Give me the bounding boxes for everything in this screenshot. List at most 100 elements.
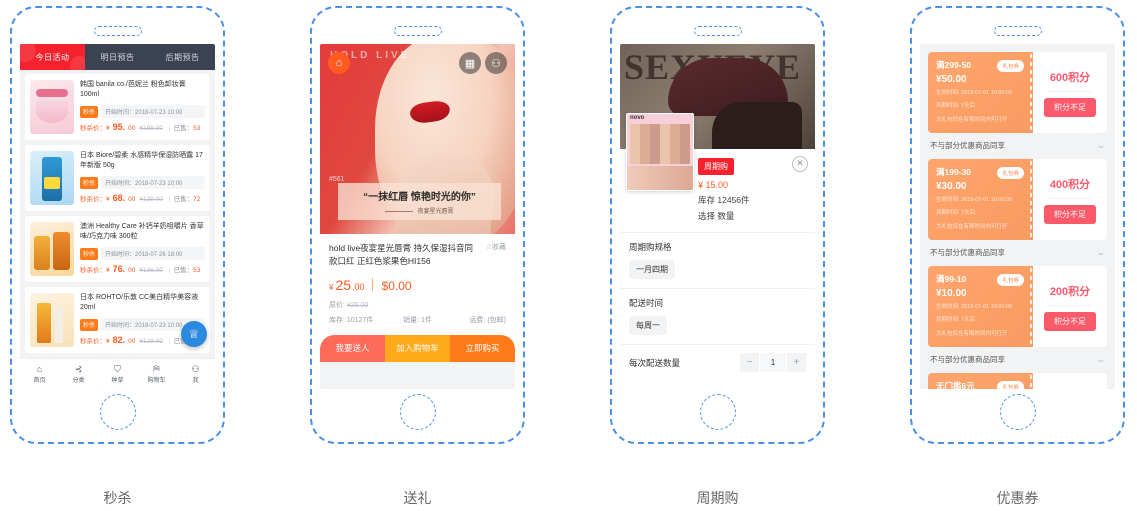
coupon-note-row[interactable]: 不与部分优惠商品同享 ⌄ — [928, 240, 1107, 266]
list-item[interactable]: 澳洲 Healthy Care 补钙羊奶咀嚼片 香草味/巧克力味 300粒 秒杀… — [25, 216, 210, 282]
palette-graphic — [630, 124, 690, 164]
divider — [371, 278, 373, 291]
product-detail: hold live夜宴星光唇膏 持久保湿抖音同款口红 正红色浆果色HI156 ☆… — [320, 234, 515, 362]
quantity-minus-button[interactable]: − — [740, 353, 759, 372]
phone-home-button[interactable] — [399, 394, 436, 430]
sold-label: 已售： — [173, 125, 194, 133]
add-to-cart-button[interactable]: 加入购物车 — [385, 334, 450, 362]
divider: | — [168, 125, 171, 133]
coupon-exchange: 100积分 积分不足 — [1033, 373, 1107, 389]
coupon-note: 不与部分优惠商品同享 — [930, 141, 1005, 151]
product-info: 日本 Biore/碧柔 水感精华保湿防晒露 17年新版 50g 秒杀 开始时间：… — [80, 151, 205, 205]
list-item[interactable]: 韩国 banila co./芭妮兰 粉色卸妆膏 100ml 秒杀 开始时间：20… — [25, 74, 210, 140]
list-item[interactable]: 礼包券 无门槛6元 ¥6.00 生效时间: 2018-07-01 10:00:0… — [928, 373, 1107, 389]
original-price-line: 原价: ¥25.00 — [329, 300, 506, 310]
currency-symbol: ¥ — [106, 338, 110, 346]
original-price-value: ¥25.00 — [346, 301, 369, 309]
sold-count: 72 — [193, 196, 201, 204]
list-item[interactable]: 日本 ROHTO/乐敦 CC美白精华美容液 20ml 秒杀 开始时间：2018-… — [25, 287, 210, 353]
product-title: 日本 Biore/碧柔 水感精华保湿防晒露 17年新版 50g — [80, 152, 203, 170]
original-price: ¥128.00 — [139, 196, 163, 204]
stock-row: 库存: 10127件 销量: 1件 运费: (包邮) — [329, 315, 506, 325]
qr-code-icon[interactable]: ▦ — [459, 52, 481, 74]
nav-label-category: 分类 — [72, 377, 85, 384]
sidebar-item-mine[interactable]: ⚇ 我 — [176, 359, 215, 389]
coupon-note: 不与部分优惠商品同享 — [930, 355, 1005, 365]
quantity-value[interactable]: 1 — [760, 353, 786, 372]
favorite-button[interactable]: ☆收藏 — [486, 243, 506, 254]
phone-home-button[interactable] — [699, 394, 736, 430]
product-info: 澳洲 Healthy Care 补钙羊奶咀嚼片 香草味/巧克力味 300粒 秒杀… — [80, 222, 205, 276]
price-label: 秒杀价： — [80, 196, 106, 204]
currency-symbol: ¥ — [106, 267, 110, 275]
sidebar-item-home[interactable]: ⌂ 首页 — [20, 359, 59, 389]
coupon-tag: 礼包券 — [997, 274, 1024, 287]
chevron-down-icon[interactable]: ⌄ — [1096, 247, 1107, 258]
coupon-valid-from: 生效时间: 2018-07-01 10:00:00 — [936, 90, 1013, 96]
sidebar-item-cart[interactable]: ⛿ 购物车 — [137, 359, 176, 389]
phone-home-button[interactable] — [99, 394, 136, 430]
coupon-exchange: 600积分 积分不足 — [1033, 52, 1107, 134]
coupon-body: 礼包券 满199-30 ¥30.00 生效时间: 2018-07-01 10:0… — [928, 159, 1034, 241]
product-thumbnail — [30, 80, 74, 134]
currency-symbol: ¥ — [106, 196, 110, 204]
action-buttons: 我要送人 加入购物车 立即购买 — [320, 334, 515, 362]
cart-icon: ⛿ — [153, 363, 160, 374]
seckill-badge: 秒杀 — [80, 318, 99, 331]
sold-label: 已售： — [173, 267, 194, 275]
field-label: 配送时间 — [629, 298, 664, 308]
list-item[interactable]: 礼包券 满99-10 ¥10.00 生效时间: 2018-07-01 10:00… — [928, 266, 1107, 348]
phone-mockup-coupons: 礼包券 满299-50 ¥50.00 生效时间: 2018-07-01 10:0… — [910, 6, 1125, 444]
seckill-badge: 秒杀 — [80, 176, 99, 189]
coupon-tag: 礼包券 — [997, 381, 1024, 389]
exchange-button[interactable]: 积分不足 — [1044, 97, 1096, 117]
tab-tomorrow[interactable]: 明日预告 — [85, 44, 150, 70]
list-item[interactable]: 日本 Biore/碧柔 水感精华保湿防晒露 17年新版 50g 秒杀 开始时间：… — [25, 145, 210, 211]
coupon-body: 礼包券 满299-50 ¥50.00 生效时间: 2018-07-01 10:0… — [928, 52, 1034, 134]
coupon-note-row[interactable]: 不与部分优惠商品同享 ⌄ — [928, 133, 1107, 159]
phone-home-button[interactable] — [999, 394, 1036, 430]
list-item[interactable]: 礼包券 满199-30 ¥30.00 生效时间: 2018-07-01 10:0… — [928, 159, 1107, 241]
currency-symbol: ¥ — [106, 125, 110, 133]
list-item[interactable]: 礼包券 满299-50 ¥50.00 生效时间: 2018-07-01 10:0… — [928, 52, 1107, 134]
trophy-icon[interactable]: ♕ — [181, 321, 207, 347]
product-time-row: 秒杀 开始时间：2018-07-23 10:00 — [80, 105, 205, 119]
price-label: 秒杀价： — [80, 125, 106, 133]
seckill-badge: 秒杀 — [80, 247, 99, 260]
price-row: 秒杀价： ¥ 95. 00 ¥198.00 | 已售： 53 — [80, 122, 205, 132]
phone-speaker — [993, 26, 1042, 36]
chevron-down-icon[interactable]: ⌄ — [1096, 354, 1107, 365]
gift-button[interactable]: 我要送人 — [320, 334, 385, 362]
stock-label: 库存: 10127件 — [329, 316, 374, 324]
tab-today-label: 今日活动 — [35, 52, 70, 62]
delivery-time-option[interactable]: 每周一 — [629, 316, 667, 335]
coupon-note-row[interactable]: 不与部分优惠商品同享 ⌄ — [928, 347, 1107, 373]
home-icon[interactable]: ⌂ — [328, 52, 350, 74]
sidebar-item-category[interactable]: ⊰ 分类 — [59, 359, 98, 389]
sold-label: 已售： — [173, 196, 194, 204]
cycle-spec-option[interactable]: 一月四期 — [629, 260, 675, 279]
tab-today[interactable]: 今日活动 — [20, 44, 85, 70]
sidebar-item-discover[interactable]: ⛉ 种草 — [98, 359, 137, 389]
exchange-button[interactable]: 积分不足 — [1044, 311, 1096, 331]
seckill-price: 95. — [112, 122, 126, 133]
exchange-button[interactable]: 积分不足 — [1044, 204, 1096, 224]
phone-mockup-gift: HOLD LIVE ⌂ ▦ ⚇ #561 “一抹红唇 惊艳时光的你” 夜宴星光唇… — [310, 6, 525, 444]
coupon-note: 不与部分优惠商品同享 — [930, 248, 1005, 258]
seckill-price-dec: 00 — [128, 125, 136, 133]
quantity-plus-button[interactable]: + — [787, 353, 806, 372]
coupon-points: 400积分 — [1049, 178, 1091, 191]
nav-label-mine: 我 — [192, 377, 199, 384]
nav-label-cart: 购物车 — [147, 377, 166, 384]
buy-now-button[interactable]: 立即购买 — [450, 334, 515, 362]
user-icon[interactable]: ⚇ — [485, 52, 507, 74]
product-info: 韩国 banila co./芭妮兰 粉色卸妆膏 100ml 秒杀 开始时间：20… — [80, 80, 205, 134]
sku-options: 选择 数量 — [698, 211, 735, 221]
seckill-price-dec: 00 — [128, 338, 136, 346]
banner-number: #561 — [329, 176, 345, 183]
close-icon[interactable]: ✕ — [792, 156, 808, 172]
sku-logo: novo — [630, 115, 645, 121]
tab-later[interactable]: 后期预告 — [150, 44, 215, 70]
chevron-down-icon[interactable]: ⌄ — [1096, 140, 1107, 151]
price-label: 秒杀价： — [80, 267, 106, 275]
